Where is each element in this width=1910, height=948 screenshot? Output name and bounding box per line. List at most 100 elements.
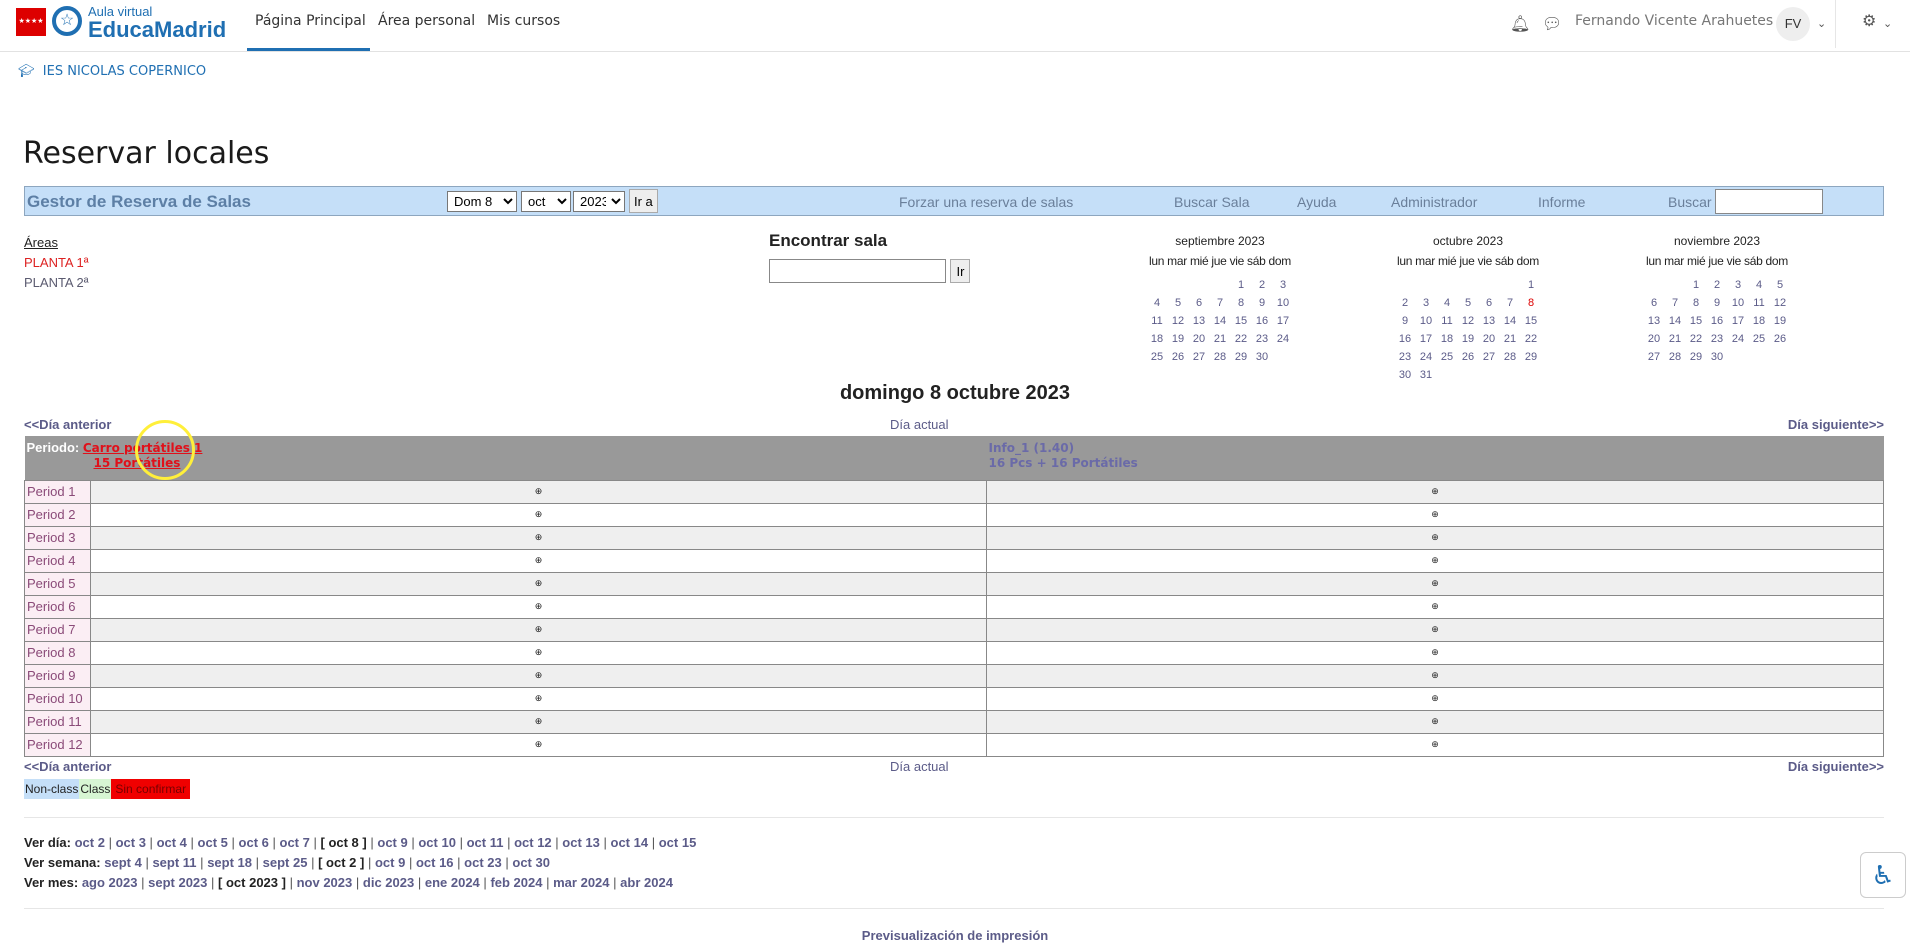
view-link[interactable]: oct 3: [116, 835, 146, 850]
print-preview-link[interactable]: Previsualización de impresión: [0, 928, 1910, 943]
chat-icon[interactable]: 💬︎: [1542, 14, 1562, 34]
booking-cell[interactable]: ⊕: [986, 479, 1884, 504]
booking-cell[interactable]: ⊕: [90, 663, 987, 688]
calendar-day[interactable]: 2: [1707, 276, 1728, 294]
calendar-day[interactable]: 8: [1231, 294, 1252, 312]
next-day-link[interactable]: Día siguiente>>: [1788, 417, 1884, 432]
view-link[interactable]: sept 25: [263, 855, 308, 870]
booking-cell[interactable]: ⊕: [986, 617, 1884, 642]
view-link[interactable]: sept 4: [104, 855, 142, 870]
calendar-day[interactable]: 22: [1231, 330, 1252, 348]
add-booking-icon[interactable]: ⊕: [535, 555, 543, 565]
calendar-day[interactable]: 9: [1252, 294, 1273, 312]
calendar-day[interactable]: 27: [1189, 348, 1210, 366]
calendar-day[interactable]: 12: [1168, 312, 1189, 330]
calendar-day[interactable]: 15: [1231, 312, 1252, 330]
calendar-day[interactable]: 6: [1479, 294, 1500, 312]
nav-area-personal[interactable]: Área personal: [378, 13, 475, 29]
view-link[interactable]: oct 14: [611, 835, 649, 850]
calendar-day[interactable]: 11: [1437, 312, 1458, 330]
view-link[interactable]: oct 11: [467, 835, 504, 850]
booking-cell[interactable]: ⊕: [986, 594, 1884, 619]
add-booking-icon[interactable]: ⊕: [1431, 716, 1439, 726]
add-booking-icon[interactable]: ⊕: [535, 578, 543, 588]
calendar-day[interactable]: 7: [1665, 294, 1686, 312]
calendar-day[interactable]: 28: [1500, 348, 1521, 366]
calendar-day[interactable]: 20: [1479, 330, 1500, 348]
view-link[interactable]: oct 7: [280, 835, 310, 850]
add-booking-icon[interactable]: ⊕: [535, 532, 543, 542]
calendar-day[interactable]: 8: [1686, 294, 1707, 312]
educamadrid-logo-icon[interactable]: ☆: [52, 6, 82, 36]
calendar-day[interactable]: 22: [1686, 330, 1707, 348]
view-link[interactable]: sept 11: [152, 855, 196, 870]
calendar-day[interactable]: 19: [1458, 330, 1479, 348]
view-link[interactable]: ene 2024: [425, 875, 480, 890]
view-link[interactable]: oct 5: [198, 835, 228, 850]
calendar-day[interactable]: 10: [1273, 294, 1294, 312]
calendar-day[interactable]: 29: [1231, 348, 1252, 366]
booking-cell[interactable]: ⊕: [986, 525, 1884, 550]
calendar-day[interactable]: 30: [1252, 348, 1273, 366]
bell-icon[interactable]: 🔔︎: [1510, 14, 1530, 34]
booking-cell[interactable]: ⊕: [986, 548, 1884, 573]
calendar-day[interactable]: 26: [1770, 330, 1791, 348]
calendar-day[interactable]: 23: [1395, 348, 1416, 366]
add-booking-icon[interactable]: ⊕: [1431, 647, 1439, 657]
booking-cell[interactable]: ⊕: [986, 502, 1884, 527]
today-link[interactable]: Día actual: [890, 759, 949, 774]
booking-cell[interactable]: ⊕: [986, 709, 1884, 734]
calendar-day[interactable]: 17: [1273, 312, 1294, 330]
add-booking-icon[interactable]: ⊕: [535, 693, 543, 703]
calendar-day[interactable]: 17: [1416, 330, 1437, 348]
gear-icon[interactable]: ⚙: [1862, 11, 1876, 31]
calendar-day[interactable]: 10: [1728, 294, 1749, 312]
calendar-day[interactable]: 10: [1416, 312, 1437, 330]
calendar-day[interactable]: 4: [1147, 294, 1168, 312]
view-link[interactable]: oct 9: [377, 835, 407, 850]
add-booking-icon[interactable]: ⊕: [1431, 601, 1439, 611]
calendar-day[interactable]: 3: [1416, 294, 1437, 312]
calendar-day[interactable]: 2: [1395, 294, 1416, 312]
nav-mis-cursos[interactable]: Mis cursos: [487, 13, 560, 29]
calendar-day[interactable]: 28: [1210, 348, 1231, 366]
add-booking-icon[interactable]: ⊕: [535, 509, 543, 519]
calendar-day[interactable]: 11: [1147, 312, 1168, 330]
logo-title[interactable]: EducaMadrid: [88, 17, 226, 43]
calendar-day[interactable]: 25: [1437, 348, 1458, 366]
prev-day-link[interactable]: <<Día anterior: [24, 417, 111, 432]
booking-cell[interactable]: ⊕: [90, 732, 987, 757]
chevron-down-icon[interactable]: ⌄: [1817, 17, 1826, 30]
calendar-day[interactable]: 16: [1707, 312, 1728, 330]
calendar-day[interactable]: 5: [1168, 294, 1189, 312]
booking-cell[interactable]: ⊕: [986, 571, 1884, 596]
accessibility-icon[interactable]: ♿︎: [1860, 852, 1906, 898]
today-link[interactable]: Día actual: [890, 417, 949, 432]
booking-cell[interactable]: ⊕: [90, 709, 987, 734]
add-booking-icon[interactable]: ⊕: [535, 716, 543, 726]
day-select[interactable]: Dom 8: [447, 191, 517, 212]
calendar-day[interactable]: 24: [1273, 330, 1294, 348]
calendar-day[interactable]: 13: [1479, 312, 1500, 330]
user-name[interactable]: Fernando Vicente Arahuetes: [1575, 13, 1773, 29]
view-link[interactable]: oct 4: [157, 835, 187, 850]
calendar-day[interactable]: 15: [1686, 312, 1707, 330]
view-link[interactable]: oct 2: [75, 835, 105, 850]
add-booking-icon[interactable]: ⊕: [535, 624, 543, 634]
calendar-day[interactable]: 13: [1189, 312, 1210, 330]
calendar-day[interactable]: 3: [1273, 276, 1294, 294]
booking-cell[interactable]: ⊕: [90, 686, 987, 711]
calendar-day[interactable]: 6: [1189, 294, 1210, 312]
find-room-input[interactable]: [769, 259, 946, 283]
calendar-day[interactable]: 17: [1728, 312, 1749, 330]
calendar-day[interactable]: 18: [1147, 330, 1168, 348]
go-button[interactable]: Ir a: [629, 189, 658, 213]
view-link[interactable]: oct 30: [512, 855, 550, 870]
booking-cell[interactable]: ⊕: [986, 732, 1884, 757]
calendar-day[interactable]: 13: [1644, 312, 1665, 330]
view-link[interactable]: mar 2024: [553, 875, 609, 890]
calendar-day[interactable]: 19: [1168, 330, 1189, 348]
calendar-day[interactable]: 1: [1231, 276, 1252, 294]
force-booking-link[interactable]: Forzar una reserva de salas: [899, 194, 1073, 210]
add-booking-icon[interactable]: ⊕: [535, 486, 543, 496]
